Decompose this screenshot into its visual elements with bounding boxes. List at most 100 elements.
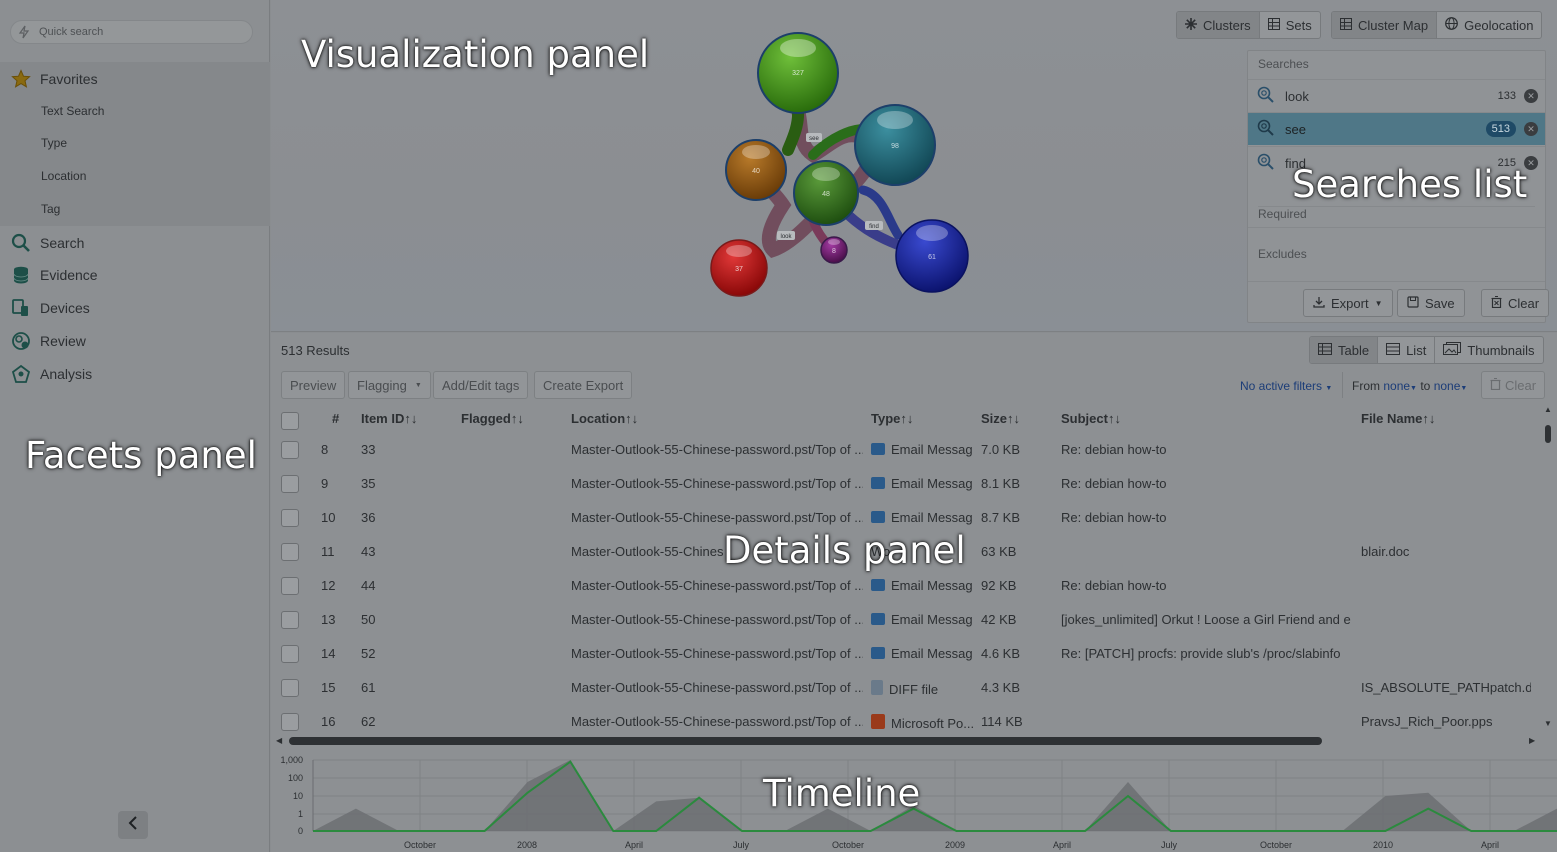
scroll-down-icon[interactable]: ▼ [1544, 719, 1552, 728]
list-view-button[interactable]: List [1378, 337, 1436, 363]
no-active-filters-dropdown[interactable]: No active filters ▼ [1240, 379, 1332, 393]
scroll-left-icon[interactable]: ◀ [276, 736, 282, 745]
select-all-checkbox[interactable] [281, 412, 299, 430]
clusters-button[interactable]: Clusters [1177, 12, 1260, 38]
facet-review[interactable]: Review [0, 324, 270, 357]
column-file-name[interactable]: File Name↑↓ [1361, 411, 1435, 426]
facet-type[interactable]: Type [41, 136, 67, 150]
cluster-bubble-37[interactable]: 37 [710, 239, 768, 297]
required-section[interactable]: Required [1258, 206, 1535, 221]
cell-size: 114 KB [981, 714, 1051, 729]
row-checkbox[interactable] [281, 441, 299, 459]
cell-text: 9 [321, 476, 329, 491]
row-checkbox[interactable] [281, 679, 299, 697]
column-item-id[interactable]: Item ID↑↓ [361, 411, 417, 426]
email-icon [871, 647, 885, 659]
row-checkbox[interactable] [281, 509, 299, 527]
table-row[interactable]: 8 33 Master-Outlook-55-Chinese-password.ps… [271, 433, 1546, 467]
cluster-map-button[interactable]: Cluster Map [1332, 12, 1438, 38]
save-button[interactable]: Save [1397, 289, 1465, 317]
remove-search-icon[interactable]: ✕ [1524, 89, 1538, 103]
date-range-filter: From none▼ to none▼ [1352, 379, 1467, 393]
geolocation-button[interactable]: Geolocation [1437, 12, 1541, 38]
column-type[interactable]: Type↑↓ [871, 411, 913, 426]
clear-filters-button[interactable]: Clear [1481, 371, 1546, 399]
cluster-bubble-8[interactable]: 8 [820, 236, 848, 264]
cluster-tag-see[interactable]: see [806, 133, 822, 142]
facet-analysis[interactable]: Analysis [0, 357, 270, 390]
facet-favorites[interactable]: Favorites [0, 62, 270, 95]
export-button[interactable]: Export ▼ [1303, 289, 1393, 317]
row-checkbox[interactable] [281, 713, 299, 731]
row-checkbox[interactable] [281, 577, 299, 595]
from-date-dropdown[interactable]: none▼ [1383, 379, 1417, 393]
table-row[interactable]: 15 61 Master-Outlook-55-Chinese-password.p… [271, 671, 1546, 705]
cluster-bubble-48[interactable]: 48 [793, 160, 859, 226]
add-edit-tags-button[interactable]: Add/Edit tags [433, 371, 529, 399]
timeline-x-tick: October [404, 840, 436, 850]
facet-devices[interactable]: Devices [0, 291, 270, 324]
table-view-button[interactable]: Table [1310, 337, 1379, 363]
thumbnails-view-button[interactable]: Thumbnails [1435, 337, 1542, 363]
sets-button[interactable]: Sets [1260, 12, 1320, 38]
quick-search-box[interactable] [10, 20, 253, 44]
cell-location: Master-Outlook-55-Chinese-password.pst/T… [571, 510, 863, 525]
table-row[interactable]: 16 62 Master-Outlook-55-Chinese-password.p… [271, 705, 1546, 739]
facet-location[interactable]: Location [41, 169, 86, 183]
column-subject[interactable]: Subject↑↓ [1061, 411, 1121, 426]
timeline-x-tick: October [1260, 840, 1292, 850]
cell-location: Master-Outlook-55-Chinese-password.pst/T… [571, 578, 863, 593]
facet-evidence[interactable]: Evidence [0, 258, 270, 291]
cluster-count: 61 [928, 254, 936, 261]
timeline-panel: 1,000 100 10 1 0 October 2008 April July October 2… [271, 748, 1557, 852]
cell-num: 13 [321, 612, 351, 627]
cell-size: 7.0 KB [981, 442, 1051, 457]
scroll-up-icon[interactable]: ▲ [1544, 405, 1552, 414]
create-export-button[interactable]: Create Export [534, 371, 633, 399]
cell-subject: Re: debian how-to [1061, 442, 1351, 457]
cluster-bubble-40[interactable]: 40 [725, 139, 787, 201]
facet-tag[interactable]: Tag [41, 202, 60, 216]
facet-text-search[interactable]: Text Search [41, 104, 104, 118]
table-row[interactable]: 12 44 Master-Outlook-55-Chinese-password.p… [271, 569, 1546, 603]
row-checkbox[interactable] [281, 645, 299, 663]
horizontal-scrollbar[interactable]: ◀ ▶ [276, 735, 1541, 747]
cluster-tag-find[interactable]: find [865, 221, 883, 230]
cluster-bubble-61[interactable]: 61 [895, 219, 969, 293]
cell-location: Master-Outlook-55-Chinese-password.pst/T… [571, 714, 863, 729]
cell-text: Master-Outlook-55-Chinese-password.pst/T… [571, 442, 863, 457]
clear-searches-button[interactable]: Clear [1481, 289, 1550, 317]
flagging-button[interactable]: Flagging ▼ [348, 371, 431, 399]
horizontal-scroll-thumb[interactable] [289, 737, 1322, 745]
flagging-button-label: Flagging [357, 377, 407, 393]
column-location[interactable]: Location↑↓ [571, 411, 638, 426]
excludes-section[interactable]: Excludes [1258, 247, 1307, 261]
table-row[interactable]: 9 35 Master-Outlook-55-Chinese-password.ps… [271, 467, 1546, 501]
row-checkbox[interactable] [281, 611, 299, 629]
cluster-tag-look[interactable]: look [777, 231, 795, 240]
table-row[interactable]: 13 50 Master-Outlook-55-Chinese-password.p… [271, 603, 1546, 637]
cluster-bubble-98[interactable]: 98 [854, 104, 936, 186]
vertical-scroll-thumb[interactable] [1545, 425, 1551, 443]
column-size[interactable]: Size↑↓ [981, 411, 1020, 426]
cell-text: 4.6 KB [981, 646, 1021, 661]
to-date-dropdown[interactable]: none▼ [1434, 379, 1468, 393]
vertical-scrollbar[interactable]: ▲ ▼ [1543, 405, 1553, 730]
column-flagged[interactable]: Flagged↑↓ [461, 411, 524, 426]
quick-search-input[interactable] [39, 23, 239, 41]
row-checkbox[interactable] [281, 475, 299, 493]
cluster-bubble-327[interactable]: 327 [757, 32, 839, 114]
remove-search-icon[interactable]: ✕ [1524, 122, 1538, 136]
row-checkbox[interactable] [281, 543, 299, 561]
search-item-see[interactable]: see 513 ✕ [1248, 112, 1545, 145]
cell-text: 50 [361, 612, 376, 627]
table-row[interactable]: 14 52 Master-Outlook-55-Chinese-password.p… [271, 637, 1546, 671]
search-item-look[interactable]: look 133 ✕ [1248, 79, 1545, 112]
cell-id: 62 [361, 714, 451, 729]
preview-button[interactable]: Preview [281, 371, 346, 399]
details-panel-label: Details panel [723, 529, 966, 572]
collapse-panel-button[interactable] [118, 811, 148, 839]
cluster-map[interactable]: 327 98 40 48 37 8 61 see find look [703, 20, 993, 320]
facet-search[interactable]: Search [0, 226, 270, 259]
scroll-right-icon[interactable]: ▶ [1529, 736, 1535, 745]
